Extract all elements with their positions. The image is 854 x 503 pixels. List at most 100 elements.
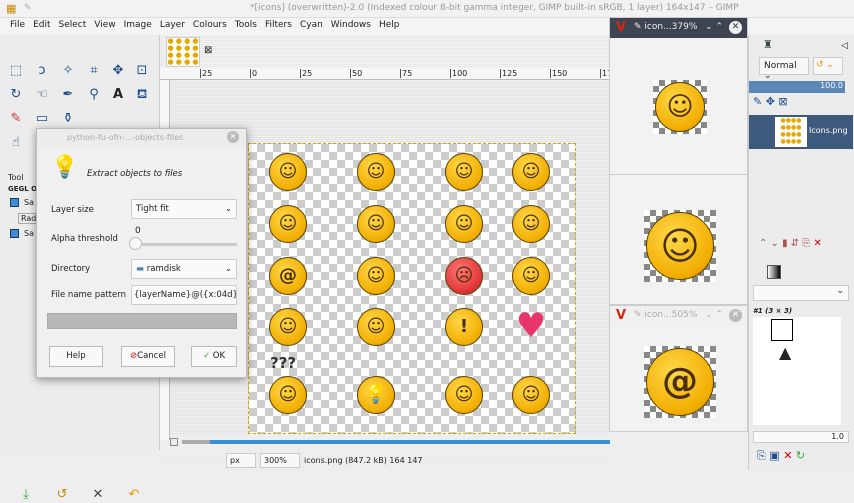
composite-select[interactable]: ↺ ⌄ xyxy=(813,57,843,75)
close-icon[interactable]: ✕ xyxy=(729,309,742,322)
file-name-pattern-input[interactable]: {layerName}@({x:04d},{ xyxy=(131,285,237,305)
emoji-icon: ☺ xyxy=(269,376,307,414)
tool-options-tab[interactable]: Tool xyxy=(8,173,24,182)
path-icon[interactable]: ✒ xyxy=(60,87,76,103)
emoji-icon: ☺ xyxy=(269,205,307,243)
bucket-icon[interactable]: ⛾ xyxy=(134,87,150,103)
reset-icon[interactable]: ↶ xyxy=(126,487,142,503)
spacing-field[interactable]: 1.0 xyxy=(753,431,849,443)
align-icon[interactable]: ⊡ xyxy=(134,63,150,79)
menu-tools[interactable]: Tools xyxy=(235,18,262,35)
brush-grid[interactable]: ▲ xyxy=(753,317,841,425)
lock-icons[interactable]: ✎ ✥ ⊠ xyxy=(753,95,788,108)
image-tab-thumbnail[interactable]: ● ● ● ● ● ● ● ● ● ● ● ● ● ● ● ● xyxy=(166,37,200,67)
nav-toggle[interactable] xyxy=(170,438,178,446)
restore-icon[interactable]: ↺ xyxy=(54,487,70,503)
cancel-button[interactable]: ⊘Cancel xyxy=(121,346,175,367)
paintbrush-icon[interactable]: ✎ xyxy=(8,111,24,127)
brush-label: #1 (3 × 3) xyxy=(753,307,793,315)
menu-windows[interactable]: Windows xyxy=(331,18,376,35)
ruler-tick: 25 xyxy=(200,69,213,78)
preview-window-middle: ☺ xyxy=(609,175,748,305)
check-icon: ✓ xyxy=(202,351,211,361)
emoji-icon: ☺ xyxy=(357,257,395,295)
image-tabs: ● ● ● ● ● ● ● ● ● ● ● ● ● ● ● ● ⊠ xyxy=(160,35,610,68)
warp-icon[interactable]: ☜ xyxy=(34,87,50,103)
color-picker-icon[interactable]: ⚲ xyxy=(86,87,102,103)
close-icon[interactable]: ✕ xyxy=(729,21,742,34)
close-tab-icon[interactable]: ⊠ xyxy=(204,45,212,56)
rect-select-icon[interactable]: ⬚ xyxy=(8,63,24,79)
window-title: *[icons] (overwritten)-2.0 (Indexed colo… xyxy=(250,3,739,13)
brush-filter-select[interactable]: ⌄ xyxy=(753,285,849,301)
save-preset-icon[interactable]: ⤓ xyxy=(18,487,34,503)
directory-select[interactable]: ▬ ramdisk ⌄ xyxy=(131,259,237,279)
dock-menu-icon[interactable]: ◁ xyxy=(841,41,848,51)
brush-selected[interactable] xyxy=(771,319,793,341)
emoji-icon: ☺ xyxy=(357,205,395,243)
transform-icon[interactable]: ↻ xyxy=(8,87,24,103)
layer-size-select[interactable]: Tight fit ⌄ xyxy=(131,199,237,219)
mode-select[interactable]: Normal ⌄ xyxy=(759,57,809,81)
gimp-logo-icon: ▦ xyxy=(6,2,17,15)
close-icon[interactable]: ✕ xyxy=(227,131,239,143)
layer-size-value: Tight fit xyxy=(136,204,169,214)
brush-triangle[interactable]: ▲ xyxy=(779,343,791,362)
pin-icon[interactable]: ✎ xyxy=(24,3,32,13)
scrollbar-thumb[interactable] xyxy=(182,440,610,444)
slider-handle[interactable] xyxy=(129,237,142,250)
menu-image[interactable]: Image xyxy=(124,18,157,35)
directory-value: ramdisk xyxy=(146,264,181,274)
emoji-icon: ☺ xyxy=(269,308,307,346)
extract-objects-dialog: python-fu-ofn-...-objects-files ✕ 💡 Extr… xyxy=(36,128,247,378)
preview-window-379: V ✎ icon...379% ⌄ ⌃ ✕ ☺ xyxy=(609,17,748,175)
layer-row[interactable]: ●●●● ●●●● ●●●● ●●●● Icons.png xyxy=(749,115,853,149)
layer-actions-icons[interactable]: ⌃ ⌄ ▮ ⇵ ⎘ ✕ xyxy=(759,238,822,249)
layer-name: Icons.png xyxy=(809,126,848,135)
menu-layer[interactable]: Layer xyxy=(160,18,190,35)
lasso-icon[interactable]: ↄ xyxy=(34,63,50,79)
emoji-icon: ☺ xyxy=(445,205,483,243)
delete-icon[interactable]: ✕ xyxy=(90,487,106,503)
app-logo-icon: V xyxy=(616,20,627,35)
status-bar: px 300% icons.png (847.2 kB) 164 147 xyxy=(160,450,610,470)
menu-edit[interactable]: Edit xyxy=(33,18,55,35)
option-label: Sa xyxy=(24,229,34,238)
zoom-select[interactable]: 300% xyxy=(260,453,300,468)
horizontal-scrollbar[interactable] xyxy=(170,435,610,449)
emoji-icon: ☺ xyxy=(512,257,550,295)
unit-select[interactable]: px xyxy=(226,453,256,468)
menu-cyan[interactable]: Cyan xyxy=(300,18,328,35)
menu-colours[interactable]: Colours xyxy=(193,18,232,35)
opacity-slider[interactable]: 100.0 xyxy=(749,81,845,93)
progress-bar xyxy=(47,313,237,329)
brush-actions-icons[interactable]: ⎘ ▣ ✕ ↻ xyxy=(757,449,805,463)
menu-select[interactable]: Select xyxy=(59,18,92,35)
mode-value: Normal xyxy=(764,61,797,71)
menu-help[interactable]: Help xyxy=(379,18,405,35)
channels-tab-icon[interactable]: ♜ xyxy=(763,38,773,51)
emoji-icon: 💡 xyxy=(357,376,395,414)
menu-file[interactable]: File xyxy=(10,18,30,35)
emoji-icon: ☺ xyxy=(269,153,307,191)
move-icon[interactable]: ✥ xyxy=(110,63,126,79)
gradients-tab-icon[interactable] xyxy=(767,265,781,279)
text-icon[interactable]: A xyxy=(110,87,126,103)
checkbox[interactable] xyxy=(10,229,19,238)
checkbox[interactable] xyxy=(10,198,19,207)
preview-titlebar[interactable]: V ✎ icon...505% ⌄ ⌃ ✕ xyxy=(610,306,747,326)
help-button[interactable]: Help xyxy=(49,346,103,367)
menu-view[interactable]: View xyxy=(94,18,120,35)
preview-titlebar[interactable]: V ✎ icon...379% ⌄ ⌃ ✕ xyxy=(610,18,747,38)
alpha-threshold-slider[interactable] xyxy=(131,243,237,246)
fuzzy-select-icon[interactable]: ✧ xyxy=(60,63,76,79)
clone-icon[interactable]: ⚱ xyxy=(60,111,76,127)
emoji-icon: ☹ xyxy=(445,257,483,295)
menu-filters[interactable]: Filters xyxy=(265,18,297,35)
smudge-icon[interactable]: ☝ xyxy=(8,135,24,151)
crop-icon[interactable]: ⌗ xyxy=(86,63,102,79)
ruler-tick: 75 xyxy=(400,69,413,78)
eraser-icon[interactable]: ▭ xyxy=(34,111,50,127)
ok-button[interactable]: ✓ OK xyxy=(191,346,237,367)
alpha-threshold-label: Alpha threshold xyxy=(51,234,118,244)
